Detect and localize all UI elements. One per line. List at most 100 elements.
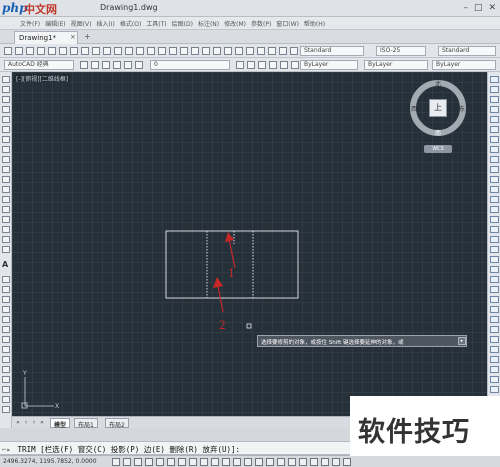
layers-tool-icon-3[interactable] — [113, 61, 121, 69]
standard-tool-icon-9[interactable] — [103, 47, 111, 55]
draw-tool-icon-23[interactable] — [2, 306, 10, 313]
compass-north[interactable]: 北 — [435, 79, 441, 88]
standard-tool-icon-13[interactable] — [147, 47, 155, 55]
draw-tool-icon-24[interactable] — [2, 316, 10, 323]
draw-tool-icon-22[interactable] — [2, 296, 10, 303]
command-line[interactable]: ⌐▸ TRIM [栏选(F) 窗交(C) 投影(P) 边(E) 删除(R) 放弃… — [0, 441, 350, 455]
standard-tool-icon-26[interactable] — [290, 47, 298, 55]
draw-tool-icon-33[interactable] — [2, 406, 10, 413]
status-toggle-icon-18[interactable] — [310, 458, 318, 466]
status-toggle-icon-17[interactable] — [299, 458, 307, 466]
modify-tool-icon-26[interactable] — [490, 336, 499, 343]
draw-tool-icon-4[interactable] — [2, 116, 10, 123]
viewcube[interactable]: 上 北 南 东 西 — [410, 79, 466, 137]
standard-tool-icon-21[interactable] — [235, 47, 243, 55]
status-toggle-icon-21[interactable] — [343, 458, 351, 466]
menu-item-6[interactable]: 绘图(D) — [172, 19, 193, 28]
layers-tool-icon-2[interactable] — [102, 61, 110, 69]
status-toggle-icon-15[interactable] — [277, 458, 285, 466]
layers-tool-icon-4[interactable] — [124, 61, 132, 69]
draw-tool-icon-9[interactable] — [2, 166, 10, 173]
draw-tool-icon-1[interactable] — [2, 86, 10, 93]
modify-tool-icon-3[interactable] — [490, 106, 499, 113]
modify-tool-icon-2[interactable] — [490, 96, 499, 103]
dim-style-select[interactable]: ISO-25 — [376, 46, 426, 56]
layers-tool-icon-5[interactable] — [135, 61, 143, 69]
standard-tool-icon-1[interactable] — [15, 47, 23, 55]
layers-tool-icon-0[interactable] — [80, 61, 88, 69]
modify-tool-icon-10[interactable] — [490, 176, 499, 183]
draw-tool-icon-15[interactable] — [2, 226, 10, 233]
draw-tool-icon-8[interactable] — [2, 156, 10, 163]
viewcube-top-face[interactable]: 上 — [429, 99, 447, 117]
status-toggle-icon-5[interactable] — [167, 458, 175, 466]
menu-item-9[interactable]: 参数(P) — [251, 19, 271, 28]
standard-tool-icon-15[interactable] — [169, 47, 177, 55]
modify-tool-icon-17[interactable] — [490, 246, 499, 253]
maximize-icon[interactable]: □ — [474, 2, 483, 14]
compass-west[interactable]: 西 — [411, 104, 417, 113]
layers-tool-icon-11[interactable] — [291, 61, 299, 69]
status-toggle-icon-0[interactable] — [112, 458, 120, 466]
multiline-text-icon[interactable]: A — [2, 260, 8, 269]
draw-tool-icon-30[interactable] — [2, 376, 10, 383]
menu-item-3[interactable]: 插入(I) — [96, 19, 114, 28]
menu-item-11[interactable]: 帮助(H) — [304, 19, 325, 28]
draw-tool-icon-31[interactable] — [2, 386, 10, 393]
drawing-canvas[interactable]: [-][俯视][二维线框] 1 2 Y X 上 北 南 东 西 WCS 选择要修… — [12, 72, 487, 416]
standard-tool-icon-23[interactable] — [257, 47, 265, 55]
draw-tool-icon-20[interactable] — [2, 276, 10, 283]
layers-tool-icon-10[interactable] — [280, 61, 288, 69]
modify-tool-icon-13[interactable] — [490, 206, 499, 213]
draw-tool-icon-5[interactable] — [2, 126, 10, 133]
compass-south[interactable]: 南 — [435, 128, 441, 137]
tab-close-icon[interactable]: × — [70, 33, 76, 41]
status-toggle-icon-16[interactable] — [288, 458, 296, 466]
draw-tool-icon-2[interactable] — [2, 96, 10, 103]
layout-tab-0[interactable]: 模型 — [50, 418, 71, 429]
status-toggle-icon-13[interactable] — [255, 458, 263, 466]
modify-tool-icon-11[interactable] — [490, 186, 499, 193]
new-tab-icon[interactable]: + — [84, 32, 91, 41]
standard-tool-icon-14[interactable] — [158, 47, 166, 55]
draw-tool-icon-12[interactable] — [2, 196, 10, 203]
draw-tool-icon-29[interactable] — [2, 366, 10, 373]
draw-tool-icon-7[interactable] — [2, 146, 10, 153]
tab-first-icon[interactable]: « — [14, 419, 22, 427]
standard-tool-icon-17[interactable] — [191, 47, 199, 55]
draw-tool-icon-10[interactable] — [2, 176, 10, 183]
standard-tool-icon-2[interactable] — [26, 47, 34, 55]
modify-tool-icon-14[interactable] — [490, 216, 499, 223]
menu-item-1[interactable]: 编辑(E) — [45, 19, 65, 28]
modify-tool-icon-12[interactable] — [490, 196, 499, 203]
layers-tool-icon-7[interactable] — [247, 61, 255, 69]
draw-tool-icon-28[interactable] — [2, 356, 10, 363]
tab-last-icon[interactable]: » — [38, 419, 46, 427]
draw-tool-icon-13[interactable] — [2, 206, 10, 213]
status-toggle-icon-20[interactable] — [332, 458, 340, 466]
modify-tool-icon-20[interactable] — [490, 276, 499, 283]
standard-tool-icon-12[interactable] — [136, 47, 144, 55]
menu-item-2[interactable]: 视图(V) — [71, 19, 92, 28]
menu-item-0[interactable]: 文件(F) — [20, 19, 40, 28]
linetype-select[interactable]: ByLayer — [364, 60, 428, 70]
draw-tool-icon-32[interactable] — [2, 396, 10, 403]
status-toggle-icon-3[interactable] — [145, 458, 153, 466]
tab-prev-icon[interactable]: ‹ — [22, 419, 30, 427]
modify-tool-icon-16[interactable] — [490, 236, 499, 243]
standard-tool-icon-25[interactable] — [279, 47, 287, 55]
draw-tool-icon-25[interactable] — [2, 326, 10, 333]
standard-tool-icon-8[interactable] — [92, 47, 100, 55]
modify-tool-icon-23[interactable] — [490, 306, 499, 313]
status-toggle-icon-14[interactable] — [266, 458, 274, 466]
standard-tool-icon-7[interactable] — [81, 47, 89, 55]
modify-tool-icon-27[interactable] — [490, 346, 499, 353]
draw-tool-icon-3[interactable] — [2, 106, 10, 113]
layout-tab-2[interactable]: 布局2 — [105, 418, 129, 429]
modify-tool-icon-15[interactable] — [490, 226, 499, 233]
tooltip-options-icon[interactable]: ▸ — [458, 337, 466, 345]
status-toggle-icon-4[interactable] — [156, 458, 164, 466]
status-toggle-icon-9[interactable] — [211, 458, 219, 466]
draw-tool-icon-26[interactable] — [2, 336, 10, 343]
standard-tool-icon-3[interactable] — [37, 47, 45, 55]
